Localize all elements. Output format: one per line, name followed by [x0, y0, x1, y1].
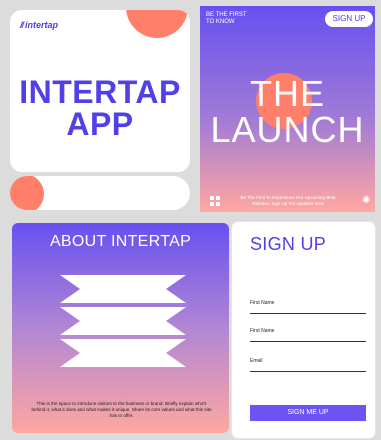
launch-copy: Be The First To Experience Our Upcoming …: [240, 195, 336, 206]
app-title-line1: INTERTAP: [19, 74, 181, 110]
logo-mark: //: [20, 20, 24, 30]
signup-title: SIGN UP: [250, 234, 327, 254]
about-copy: This is the space to introduce visitors …: [31, 401, 212, 418]
app-title: INTERTAP APP: [10, 76, 190, 140]
grid-icon: [210, 196, 220, 206]
field-underline: [250, 371, 366, 372]
first-name-label: First Name: [250, 300, 275, 306]
first-name-field[interactable]: First Name: [250, 300, 366, 314]
app-title-card: //intertap INTERTAP APP: [10, 10, 190, 172]
app-promo-tile: //intertap INTERTAP APP: [6, 6, 194, 212]
decorative-dot: [10, 176, 44, 210]
launch-eyebrow-line1: BE THE FIRST: [206, 12, 247, 18]
launch-eyebrow-line2: TO KNOW: [206, 19, 235, 25]
decorative-circle: [126, 10, 188, 38]
launch-eyebrow: BE THE FIRST TO KNOW: [206, 12, 266, 26]
launch-tile: BE THE FIRST TO KNOW SIGN UP THE LAUNCH …: [200, 6, 375, 212]
about-tile: ABOUT INTERTAP This is the space to intr…: [12, 223, 229, 433]
signup-form-tile: SIGN UP First Name First Name Email SIGN…: [232, 222, 375, 438]
logo-text: intertap: [25, 20, 59, 30]
intertap-stack-icon: [60, 275, 186, 367]
about-title: ABOUT INTERTAP: [49, 233, 192, 250]
app-title-line2: APP: [66, 106, 134, 142]
brand-logo[interactable]: //intertap: [20, 20, 58, 30]
email-field[interactable]: Email: [250, 358, 366, 372]
launch-title-line2: LAUNCH: [210, 109, 365, 150]
email-label: Email: [250, 358, 263, 364]
launch-title-line1: THE: [250, 73, 325, 114]
last-name-field[interactable]: First Name: [250, 328, 366, 342]
field-underline: [250, 313, 366, 314]
field-underline: [250, 341, 366, 342]
decorative-pill: [10, 176, 190, 210]
loading-icon: ✺: [362, 195, 371, 206]
signup-pill-button[interactable]: SIGN UP: [325, 11, 373, 27]
first-name-label-2: First Name: [250, 328, 275, 334]
launch-title: THE LAUNCH: [200, 76, 375, 148]
sign-me-up-button[interactable]: SIGN ME UP: [250, 405, 366, 421]
